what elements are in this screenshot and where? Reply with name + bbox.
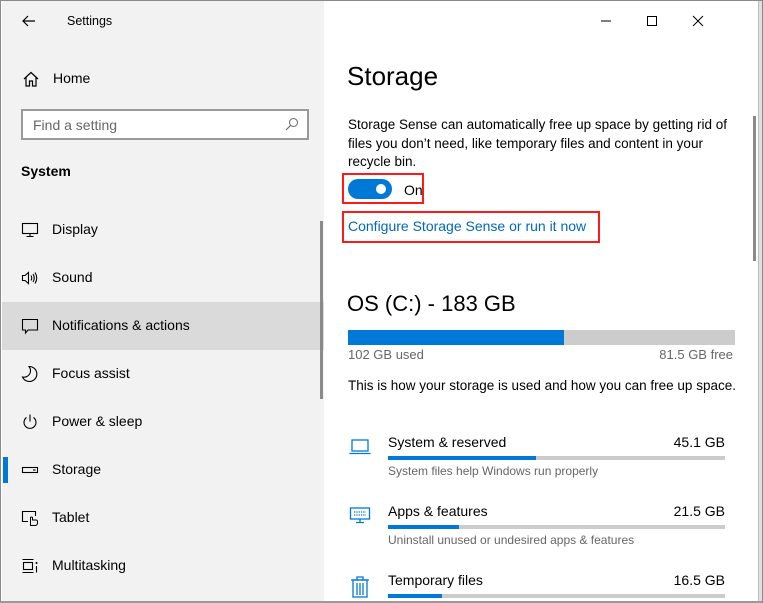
category-subtitle: System files help Windows run properly bbox=[388, 464, 599, 478]
category-name: System & reserved bbox=[388, 434, 507, 450]
sidebar-item-label: Tablet bbox=[52, 509, 90, 525]
drive-usage-bar bbox=[348, 330, 735, 345]
toggle-knob bbox=[376, 184, 386, 194]
apps-keyboard-icon bbox=[349, 507, 371, 524]
maximize-icon bbox=[647, 16, 657, 26]
toggle-state-label: On bbox=[404, 182, 423, 198]
sidebar-scrollbar[interactable] bbox=[320, 221, 323, 399]
category-name: Apps & features bbox=[388, 503, 488, 519]
laptop-icon bbox=[349, 439, 371, 455]
sidebar-item-label: Sound bbox=[52, 269, 93, 285]
app-title: Settings bbox=[67, 14, 113, 28]
category-usage-bar bbox=[388, 594, 725, 598]
close-button[interactable] bbox=[676, 7, 720, 35]
speaker-icon bbox=[21, 271, 38, 285]
sidebar-item-notifications[interactable]: Notifications & actions bbox=[2, 302, 324, 350]
drive-free-label: 81.5 GB free bbox=[659, 347, 733, 362]
storage-sense-toggle[interactable] bbox=[348, 179, 392, 199]
power-icon bbox=[23, 414, 37, 429]
minimize-button[interactable] bbox=[584, 7, 628, 35]
category-usage-fill bbox=[388, 456, 537, 460]
page-title: Storage bbox=[347, 61, 439, 91]
search-input[interactable] bbox=[23, 111, 273, 138]
back-button[interactable] bbox=[18, 10, 40, 32]
category-usage-bar bbox=[388, 456, 725, 460]
category-name: Temporary files bbox=[388, 572, 483, 588]
category-temporary-files[interactable]: Temporary files 16.5 GB bbox=[324, 572, 762, 601]
sidebar-item-label: Storage bbox=[52, 461, 102, 477]
maximize-button[interactable] bbox=[630, 7, 674, 35]
drive-used-label: 102 GB used bbox=[348, 347, 424, 362]
search-icon[interactable] bbox=[285, 117, 299, 131]
moon-icon bbox=[21, 365, 38, 383]
multitasking-icon bbox=[22, 558, 38, 574]
configure-storage-sense-link[interactable]: Configure Storage Sense or run it now bbox=[348, 218, 586, 234]
usage-description: This is how your storage is used and how… bbox=[348, 378, 736, 393]
trash-icon bbox=[351, 576, 369, 598]
sidebar-item-storage[interactable]: Storage bbox=[2, 446, 324, 494]
sidebar: Settings Home System Display Sound Notif… bbox=[2, 1, 324, 601]
selected-indicator bbox=[3, 457, 8, 483]
storage-icon bbox=[21, 466, 39, 474]
category-size: 21.5 GB bbox=[673, 503, 725, 519]
category-size: 16.5 GB bbox=[673, 572, 725, 588]
category-system-reserved[interactable]: System & reserved 45.1 GB System files h… bbox=[324, 434, 762, 500]
drive-title: OS (C:) - 183 GB bbox=[347, 291, 516, 316]
notification-icon bbox=[21, 318, 39, 335]
settings-window: Settings Home System Display Sound Notif… bbox=[0, 0, 763, 603]
home-icon bbox=[23, 71, 39, 87]
category-usage-fill bbox=[388, 525, 459, 529]
search-box[interactable] bbox=[21, 109, 309, 140]
category-usage-fill bbox=[388, 594, 442, 598]
category-subtitle: Uninstall unused or undesired apps & fea… bbox=[388, 533, 635, 547]
window-right-border bbox=[758, 1, 762, 601]
home-label: Home bbox=[53, 70, 91, 86]
section-title-system: System bbox=[21, 163, 71, 179]
main-scrollbar[interactable] bbox=[753, 116, 756, 261]
sidebar-item-tablet[interactable]: Tablet bbox=[2, 494, 324, 542]
category-apps-features[interactable]: Apps & features 21.5 GB Uninstall unused… bbox=[324, 503, 762, 569]
drive-usage-fill bbox=[348, 330, 564, 345]
main-content: Storage Storage Sense can automatically … bbox=[324, 1, 762, 601]
storage-sense-description: Storage Sense can automatically free up … bbox=[348, 117, 727, 169]
sidebar-item-multitasking[interactable]: Multitasking bbox=[2, 542, 324, 590]
sidebar-item-label: Display bbox=[52, 221, 98, 237]
sidebar-item-label: Multitasking bbox=[52, 557, 126, 573]
monitor-icon bbox=[21, 222, 39, 238]
back-arrow-icon bbox=[22, 15, 35, 27]
minimize-icon bbox=[601, 20, 611, 22]
sidebar-item-focus-assist[interactable]: Focus assist bbox=[2, 350, 324, 398]
sidebar-item-power-sleep[interactable]: Power & sleep bbox=[2, 398, 324, 446]
sidebar-item-display[interactable]: Display bbox=[2, 206, 324, 254]
category-size: 45.1 GB bbox=[673, 434, 725, 450]
sidebar-item-sound[interactable]: Sound bbox=[2, 254, 324, 302]
close-icon bbox=[692, 15, 704, 27]
category-usage-bar bbox=[388, 525, 725, 529]
sidebar-home[interactable]: Home bbox=[2, 63, 324, 95]
sidebar-item-label: Notifications & actions bbox=[52, 317, 190, 333]
tablet-icon bbox=[21, 510, 38, 526]
sidebar-item-label: Focus assist bbox=[52, 365, 130, 381]
sidebar-item-label: Power & sleep bbox=[52, 413, 143, 429]
